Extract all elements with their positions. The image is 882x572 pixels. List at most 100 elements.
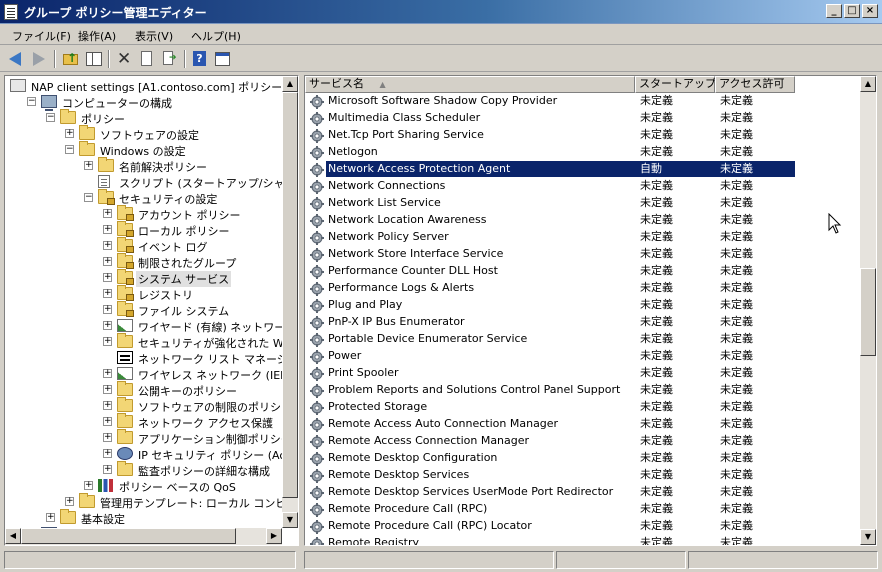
close-button[interactable]: × xyxy=(862,4,878,18)
show-action-pane-button[interactable] xyxy=(213,50,232,68)
service-row[interactable]: Performance Counter DLL Host 未定義 未定義 xyxy=(305,263,795,280)
service-row[interactable]: Network Access Protection Agent 自動 未定義 xyxy=(305,161,795,178)
services-list-pane[interactable]: サービス名 ▲ スタートアップ アクセス許可 Microsoft Softwar… xyxy=(304,75,877,546)
service-row[interactable]: Performance Logs & Alerts 未定義 未定義 xyxy=(305,280,795,297)
tree-scroll-right-button[interactable]: ▶ xyxy=(266,528,282,544)
service-row[interactable]: Remote Desktop Services UserMode Port Re… xyxy=(305,484,795,501)
service-row[interactable]: Network Store Interface Service 未定義 未定義 xyxy=(305,246,795,263)
tree-node[interactable]: − コンピューターの構成 xyxy=(5,94,282,111)
help-button[interactable]: ? xyxy=(190,50,209,68)
expand-icon[interactable]: + xyxy=(103,241,112,250)
tree-node[interactable]: + 名前解決ポリシー xyxy=(5,157,282,174)
service-row[interactable]: Plug and Play 未定義 未定義 xyxy=(305,297,795,314)
list-scroll-down-button[interactable]: ▼ xyxy=(860,529,876,545)
menu-view[interactable]: 表示(V) xyxy=(135,28,173,44)
expand-icon[interactable]: + xyxy=(65,497,74,506)
tree-scroll-thumb[interactable] xyxy=(282,92,298,498)
column-header-startup[interactable]: スタートアップ xyxy=(635,76,716,93)
service-row[interactable]: Microsoft Software Shadow Copy Provider 未… xyxy=(305,93,795,110)
minimize-button[interactable]: _ xyxy=(826,4,842,18)
service-row[interactable]: Netlogon 未定義 未定義 xyxy=(305,144,795,161)
list-vertical-scrollbar[interactable]: ▲ ▼ xyxy=(860,76,876,545)
tree-vertical-scrollbar[interactable]: ▲ ▼ xyxy=(282,76,298,528)
service-row[interactable]: Multimedia Class Scheduler 未定義 未定義 xyxy=(305,110,795,127)
expand-icon[interactable]: + xyxy=(103,369,112,378)
collapse-icon[interactable]: − xyxy=(27,97,36,106)
service-row[interactable]: Remote Procedure Call (RPC) 未定義 未定義 xyxy=(305,501,795,518)
list-scroll-up-button[interactable]: ▲ xyxy=(860,76,876,92)
tree-node[interactable]: + 制限されたグループ xyxy=(5,253,282,270)
expand-icon[interactable]: + xyxy=(103,273,112,282)
service-row[interactable]: Remote Registry 未定義 未定義 xyxy=(305,535,795,545)
service-row[interactable]: PnP-X IP Bus Enumerator 未定義 未定義 xyxy=(305,314,795,331)
service-row[interactable]: Remote Desktop Services 未定義 未定義 xyxy=(305,467,795,484)
expand-icon[interactable]: + xyxy=(103,209,112,218)
tree-node[interactable]: + レジストリ xyxy=(5,285,282,302)
tree-node[interactable]: + ファイル システム xyxy=(5,301,282,318)
service-row[interactable]: Portable Device Enumerator Service 未定義 未定義 xyxy=(305,331,795,348)
tree-node[interactable]: ネットワーク リスト マネージャー ポリシー xyxy=(5,350,298,366)
maximize-button[interactable]: □ xyxy=(844,4,860,18)
expand-icon[interactable]: + xyxy=(103,257,112,266)
service-row[interactable]: Remote Access Auto Connection Manager 未定義… xyxy=(305,416,795,433)
tree-node[interactable]: + IP セキュリティ ポリシー (Active Directory) xyxy=(5,446,298,462)
tree-node[interactable]: + ローカル ポリシー xyxy=(5,221,282,238)
tree-node[interactable]: + ワイヤレス ネットワーク (IEEE 802.11) ポリシー xyxy=(5,366,298,382)
expand-icon[interactable]: + xyxy=(103,433,112,442)
expand-icon[interactable]: + xyxy=(103,385,112,394)
expand-icon[interactable]: + xyxy=(103,449,112,458)
service-row[interactable]: Remote Procedure Call (RPC) Locator 未定義 未定… xyxy=(305,518,795,535)
tree-node[interactable]: + アプリケーション制御ポリシー xyxy=(5,429,292,446)
expand-icon[interactable]: + xyxy=(84,481,93,490)
tree-node[interactable]: − ポリシー xyxy=(5,109,282,126)
service-row[interactable]: Network Connections 未定義 未定義 xyxy=(305,178,795,195)
tree-node[interactable]: + ソフトウェアの制限のポリシー xyxy=(5,397,292,414)
service-row[interactable]: Network List Service 未定義 未定義 xyxy=(305,195,795,212)
up-one-level-button[interactable] xyxy=(61,50,80,68)
tree-pane[interactable]: NAP client settings [A1.contoso.com] ポリシ… xyxy=(4,75,299,546)
export-list-button[interactable] xyxy=(160,50,179,68)
tree-scroll-left-button[interactable]: ◀ xyxy=(5,528,21,544)
tree-node[interactable]: + ポリシー ベースの QoS xyxy=(5,478,282,494)
expand-icon[interactable]: + xyxy=(46,513,55,522)
expand-icon[interactable]: + xyxy=(103,337,112,346)
show-hide-tree-button[interactable] xyxy=(84,50,103,68)
expand-icon[interactable]: + xyxy=(103,289,112,298)
properties-button[interactable] xyxy=(137,50,156,68)
expand-icon[interactable]: + xyxy=(103,417,112,426)
tree-hscroll-thumb[interactable] xyxy=(21,528,236,544)
service-row[interactable]: Network Location Awareness 未定義 未定義 xyxy=(305,212,795,229)
expand-icon[interactable]: + xyxy=(103,465,112,474)
collapse-icon[interactable]: − xyxy=(84,193,93,202)
column-header-permission[interactable]: アクセス許可 xyxy=(715,76,795,93)
tree-node[interactable]: + 管理用テンプレート: ローカル コンピューターから取得したポリシー定義 xyxy=(5,493,298,510)
service-row[interactable]: Power 未定義 未定義 xyxy=(305,348,795,365)
tree-node[interactable]: + 公開キーのポリシー xyxy=(5,381,282,398)
menu-help[interactable]: ヘルプ(H) xyxy=(191,28,241,44)
tree-node[interactable]: スクリプト (スタートアップ/シャットダウン) xyxy=(5,174,298,190)
service-row[interactable]: Network Policy Server 未定義 未定義 xyxy=(305,229,795,246)
tree-node[interactable]: + セキュリティが強化された Windows ファイアウォール xyxy=(5,333,298,350)
service-row[interactable]: Problem Reports and Solutions Control Pa… xyxy=(305,382,795,399)
tree-node[interactable]: − セキュリティの設定 xyxy=(5,189,282,206)
menu-file[interactable]: ファイル(F) xyxy=(12,28,71,44)
expand-icon[interactable]: + xyxy=(65,129,74,138)
collapse-icon[interactable]: − xyxy=(65,145,74,154)
tree-node[interactable]: + ネットワーク アクセス保護 xyxy=(5,413,282,430)
service-row[interactable]: Remote Access Connection Manager 未定義 未定義 xyxy=(305,433,795,450)
tree-node[interactable]: + アカウント ポリシー xyxy=(5,205,282,222)
service-row[interactable]: Protected Storage 未定義 未定義 xyxy=(305,399,795,416)
tree-node[interactable]: + システム サービス xyxy=(5,269,282,287)
expand-icon[interactable]: + xyxy=(103,305,112,314)
tree-scroll-down-button[interactable]: ▼ xyxy=(282,512,298,528)
expand-icon[interactable]: + xyxy=(103,225,112,234)
service-row[interactable]: Net.Tcp Port Sharing Service 未定義 未定義 xyxy=(305,127,795,144)
tree-node[interactable]: + イベント ログ xyxy=(5,237,282,254)
delete-button[interactable]: ✕ xyxy=(114,49,133,69)
tree-node[interactable]: + ワイヤード (有線) ネットワーク (IEEE 802.3) ポリシー xyxy=(5,318,298,334)
back-button[interactable] xyxy=(6,50,25,68)
forward-button[interactable] xyxy=(29,50,48,68)
title-bar[interactable]: グループ ポリシー管理エディター _ □ × xyxy=(0,0,882,24)
expand-icon[interactable]: + xyxy=(103,401,112,410)
tree-scroll-up-button[interactable]: ▲ xyxy=(282,76,298,92)
